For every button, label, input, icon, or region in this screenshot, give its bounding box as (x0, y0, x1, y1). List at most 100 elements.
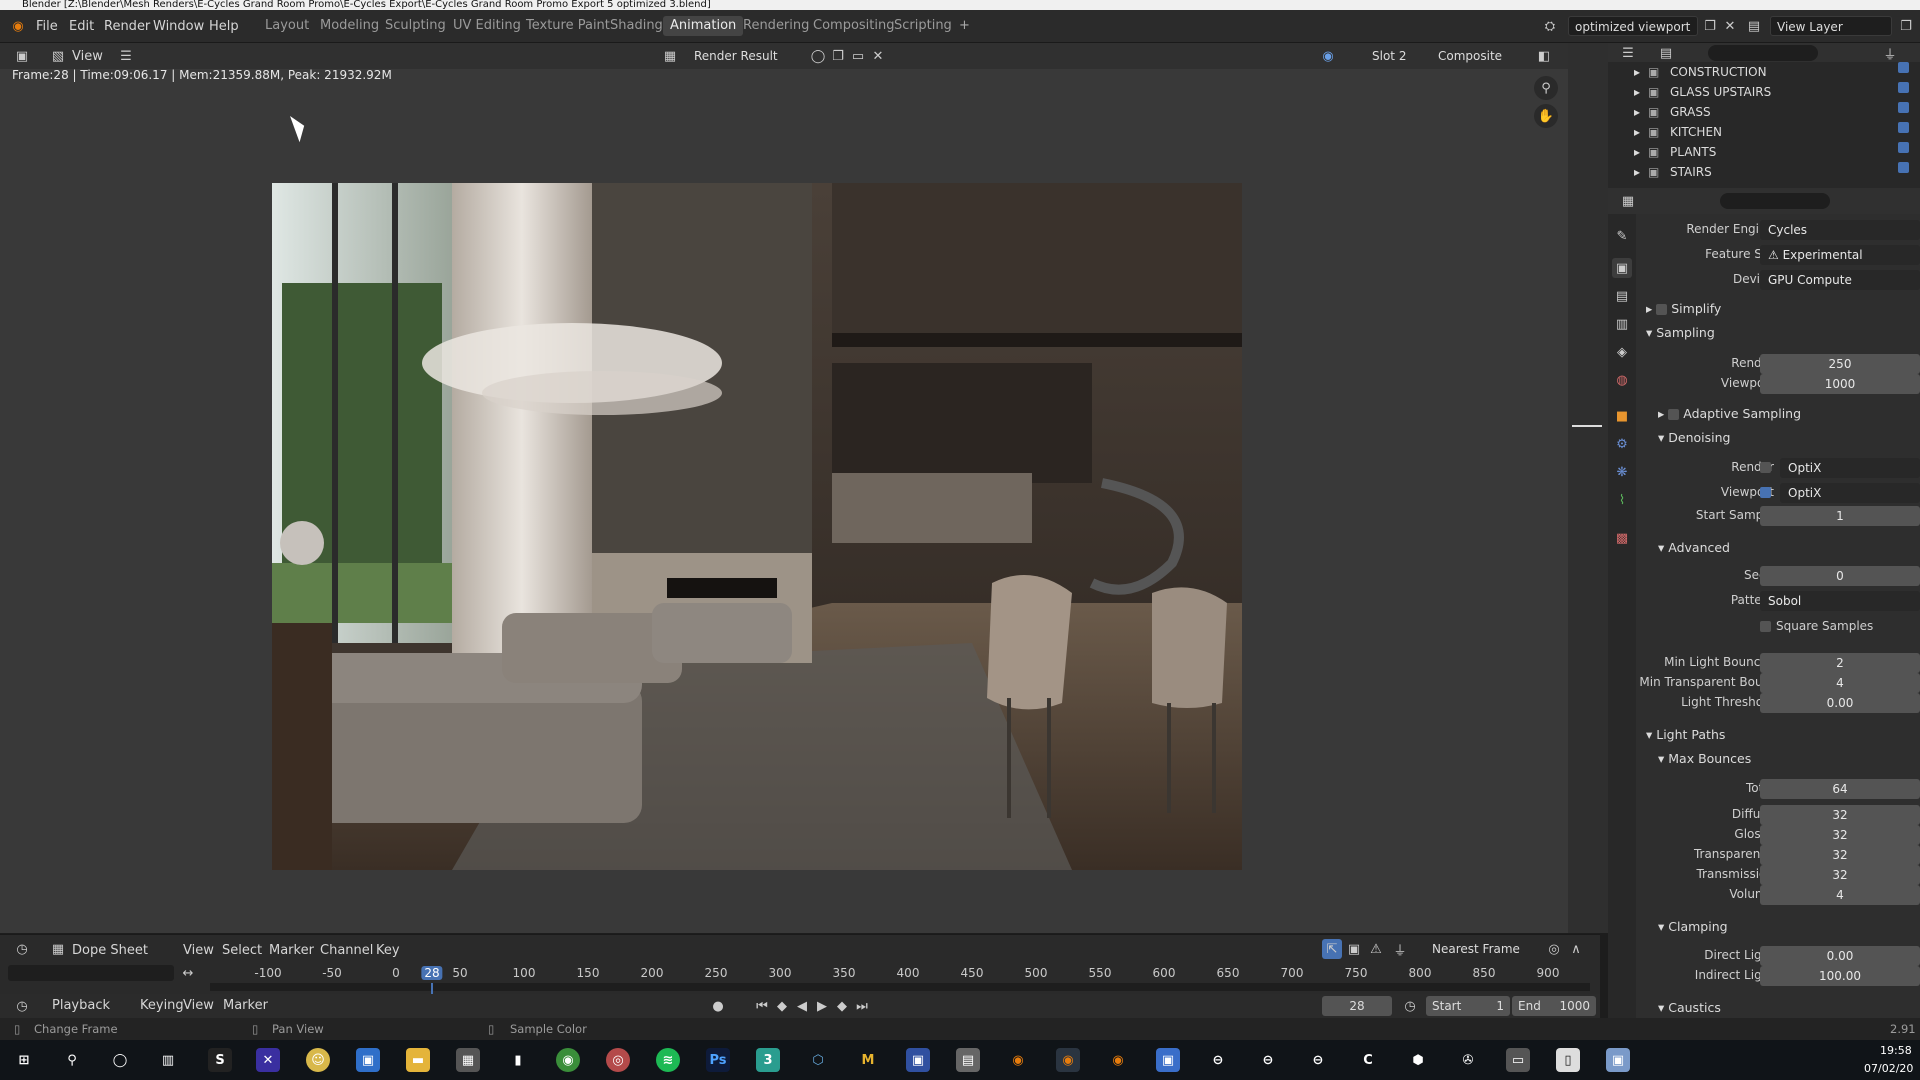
tl-menu-key[interactable]: Key (376, 943, 400, 958)
outliner-item[interactable]: ▸ ▣ GLASS UPSTAIRS (1608, 82, 1920, 102)
indirect-light-clamp-field[interactable]: 100.00 (1760, 966, 1920, 986)
view-layer-selector[interactable]: View Layer (1770, 16, 1892, 36)
tab-shading[interactable]: Shading (603, 16, 670, 36)
properties-search-input[interactable] (1720, 193, 1830, 209)
add-workspace-icon[interactable]: + (952, 16, 977, 36)
dope-sheet-mode-select[interactable]: Dope Sheet (72, 943, 148, 958)
outliner-type-icon[interactable]: ☰ (1618, 43, 1638, 63)
outliner-item[interactable]: ▸ ▣ CONSTRUCTION (1608, 62, 1920, 82)
render-samples-field[interactable]: 250 (1760, 354, 1920, 374)
max-bounces-panel[interactable]: ▾ Max Bounces (1658, 751, 1751, 766)
sampling-panel[interactable]: ▾ Sampling (1646, 325, 1715, 340)
app-window-icon[interactable]: ▤ (956, 1048, 980, 1072)
blender-logo-icon[interactable]: ◉ (8, 16, 28, 36)
dope-sheet-mode-icon[interactable]: ▦ (48, 939, 68, 959)
menu-window[interactable]: Window (153, 19, 204, 34)
jump-end-icon[interactable]: ⏭ (852, 996, 872, 1016)
view-layer-tab-icon[interactable]: ▥ (1612, 314, 1632, 334)
pattern-select[interactable]: Sobol (1760, 591, 1920, 611)
snap-select[interactable]: Nearest Frame (1426, 939, 1536, 959)
editor-type-icon[interactable]: ▣ (12, 46, 32, 66)
image-view-menu[interactable]: View (72, 49, 103, 64)
keying-menu[interactable]: Keying (140, 998, 184, 1013)
outliner-item[interactable]: ▸ ▣ STAIRS (1608, 162, 1920, 182)
denoise-render-select[interactable]: OptiX (1780, 458, 1920, 478)
file-explorer-icon[interactable]: ▬ (406, 1048, 430, 1072)
denoise-viewport-checkbox[interactable] (1760, 487, 1771, 498)
playback-marker-menu[interactable]: Marker (223, 998, 268, 1013)
tool-tab-icon[interactable]: ✎ (1612, 226, 1632, 246)
editor-type-icon[interactable]: ◷ (12, 939, 32, 959)
diffuse-bounces-field[interactable]: 32 (1760, 805, 1920, 825)
only-errors-icon[interactable]: ⚠ (1366, 939, 1386, 959)
outliner-item[interactable]: ▸ ▣ KITCHEN (1608, 122, 1920, 142)
scene-icon[interactable]: ⛭ (1540, 16, 1560, 36)
glossy-bounces-field[interactable]: 32 (1760, 825, 1920, 845)
copy-scene-icon[interactable]: ❐ (1700, 16, 1720, 36)
outliner-item[interactable]: ▸ ▣ GRASS (1608, 102, 1920, 122)
auto-keying-icon[interactable]: ● (708, 996, 728, 1016)
modifier-tab-icon[interactable]: ⚙ (1612, 434, 1632, 454)
cortana-icon[interactable]: ◯ (108, 1048, 132, 1072)
app-c-icon[interactable]: C (1356, 1048, 1380, 1072)
search-icon[interactable]: ⚲ (60, 1048, 84, 1072)
viewport-samples-field[interactable]: 1000 (1760, 374, 1920, 394)
play-reverse-icon[interactable]: ◀ (792, 996, 812, 1016)
app-brush-icon[interactable]: ◎ (606, 1048, 630, 1072)
properties-type-icon[interactable]: ▦ (1618, 191, 1638, 211)
copy-view-layer-icon[interactable]: ❐ (1896, 16, 1916, 36)
jump-start-icon[interactable]: ⏮ (752, 996, 772, 1016)
view-mode-icon[interactable]: ▧ (48, 46, 68, 66)
end-frame-field[interactable]: End 1000 (1512, 996, 1596, 1016)
denoising-panel[interactable]: ▾ Denoising (1658, 430, 1730, 445)
volume-bounces-field[interactable]: 4 (1760, 885, 1920, 905)
app-document-icon[interactable]: ▯ (1556, 1048, 1580, 1072)
display-mode-icon[interactable]: ▤ (1656, 43, 1676, 63)
zoom-icon[interactable]: ⚲ (1534, 76, 1558, 100)
direct-light-clamp-field[interactable]: 0.00 (1760, 946, 1920, 966)
tl-menu-marker[interactable]: Marker (269, 943, 314, 958)
min-light-bounces-field[interactable]: 2 (1760, 653, 1920, 673)
tab-modeling[interactable]: Modeling (313, 16, 386, 36)
menu-help[interactable]: Help (209, 19, 239, 34)
view-layer-icon[interactable]: ▤ (1744, 16, 1764, 36)
adaptive-sampling-panel[interactable]: ▸ Adaptive Sampling (1658, 406, 1801, 421)
scene-tab-icon[interactable]: ◈ (1612, 342, 1632, 362)
app-target-icon-2[interactable]: ⊖ (1256, 1048, 1280, 1072)
filter-icon[interactable]: ⏚ (1880, 43, 1900, 63)
timeline-editor-icon[interactable]: ◷ (12, 996, 32, 1016)
app-remote-icon[interactable]: ▣ (1606, 1048, 1630, 1072)
texture-tab-icon[interactable]: ▩ (1612, 528, 1632, 548)
denoise-viewport-select[interactable]: OptiX (1780, 483, 1920, 503)
close-scene-icon[interactable]: ✕ (1720, 16, 1740, 36)
playback-menu[interactable]: Playback (52, 998, 110, 1013)
preview-range-icon[interactable]: ◷ (1400, 996, 1420, 1016)
open-image-icon[interactable]: ▭ (848, 46, 868, 66)
proportional-editing-icon[interactable]: ◎ (1544, 939, 1564, 959)
tl-menu-channel[interactable]: Channel (320, 943, 373, 958)
app-store-icon[interactable]: ▣ (356, 1048, 380, 1072)
tab-animation[interactable]: Animation (663, 16, 744, 36)
square-samples-checkbox[interactable] (1760, 621, 1771, 632)
slot-selector[interactable]: Slot 2 (1366, 46, 1426, 66)
current-frame-field[interactable]: 28 (1322, 996, 1392, 1016)
total-bounces-field[interactable]: 64 (1760, 779, 1920, 799)
prev-keyframe-icon[interactable]: ◆ (772, 996, 792, 1016)
feature-set-select[interactable]: ⚠ Experimental (1760, 245, 1920, 265)
tl-menu-view[interactable]: View (183, 943, 214, 958)
blender-taskbar-icon-2[interactable]: ◉ (1106, 1048, 1130, 1072)
current-frame-indicator[interactable]: 28 (421, 966, 443, 980)
app-hex-icon[interactable]: ⬢ (1406, 1048, 1430, 1072)
unlink-image-icon[interactable]: ✕ (868, 46, 888, 66)
advanced-panel[interactable]: ▾ Advanced (1658, 540, 1730, 555)
panel-resize-handle[interactable] (1572, 425, 1602, 427)
fake-user-icon[interactable]: ◯ (808, 46, 828, 66)
show-hidden-icon[interactable]: ▣ (1344, 939, 1364, 959)
windows-start-icon[interactable]: ⊞ (12, 1048, 36, 1072)
fcurve-icon[interactable]: ∧ (1566, 939, 1586, 959)
next-keyframe-icon[interactable]: ◆ (832, 996, 852, 1016)
light-threshold-field[interactable]: 0.00 (1760, 693, 1920, 713)
app-tablet-icon[interactable]: ▭ (1506, 1048, 1530, 1072)
only-selected-icon[interactable]: ⇱ (1322, 939, 1342, 959)
tab-sculpting[interactable]: Sculpting (378, 16, 453, 36)
